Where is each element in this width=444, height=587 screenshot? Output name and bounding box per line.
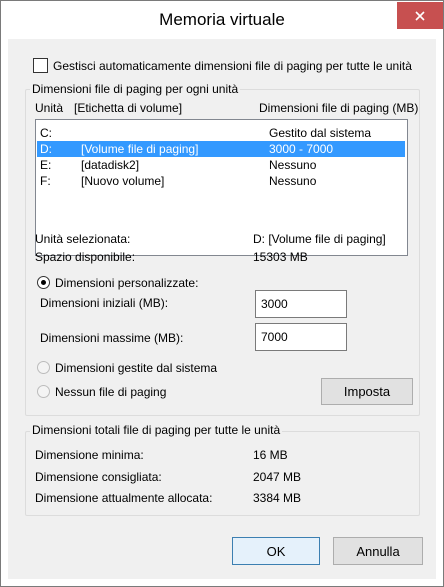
selected-drive-value: D: [Volume file di paging] bbox=[253, 232, 386, 246]
header-paging-size: Dimensioni file di paging (MB) bbox=[259, 101, 419, 115]
paging-per-drive-group-title: Dimensioni file di paging per ogni unità bbox=[30, 82, 241, 96]
drive-volume-label: [Nuovo volume] bbox=[81, 174, 165, 188]
drive-paging-size: Gestito dal sistema bbox=[269, 126, 372, 140]
max-size-label: Dimensioni massime (MB): bbox=[40, 331, 184, 345]
dialog-body: Gestisci automaticamente dimensioni file… bbox=[8, 39, 436, 579]
min-size-value: 16 MB bbox=[253, 448, 288, 462]
cancel-button[interactable]: Annulla bbox=[333, 537, 423, 565]
drive-letter: F: bbox=[40, 174, 51, 188]
list-item[interactable]: C: Gestito dal sistema bbox=[37, 125, 405, 141]
drive-volume-label: [Volume file di paging] bbox=[81, 142, 199, 156]
list-item[interactable]: F: [Nuovo volume] Nessuno bbox=[37, 173, 405, 189]
drive-paging-size: 3000 - 7000 bbox=[269, 142, 334, 156]
free-space-value: 15303 MB bbox=[253, 250, 308, 264]
min-size-label: Dimensione minima: bbox=[35, 448, 144, 462]
system-managed-radio[interactable] bbox=[37, 361, 50, 374]
total-paging-group-title: Dimensioni totali file di paging per tut… bbox=[30, 423, 283, 437]
ok-button[interactable]: OK bbox=[232, 537, 320, 565]
list-item[interactable]: E: [datadisk2] Nessuno bbox=[37, 157, 405, 173]
no-paging-label[interactable]: Nessun file di paging bbox=[55, 385, 166, 399]
initial-size-input[interactable]: 3000 bbox=[255, 290, 347, 318]
recommended-size-value: 2047 MB bbox=[253, 470, 302, 484]
header-drive: Unità bbox=[35, 101, 64, 115]
allocated-size-value: 3384 MB bbox=[253, 491, 302, 505]
list-item-selected[interactable]: D: [Volume file di paging] 3000 - 7000 bbox=[37, 141, 405, 157]
header-volume-label: [Etichetta di volume] bbox=[74, 101, 183, 115]
window-title: Memoria virtuale bbox=[159, 10, 285, 29]
system-managed-label[interactable]: Dimensioni gestite dal sistema bbox=[55, 361, 217, 375]
no-paging-radio[interactable] bbox=[37, 385, 50, 398]
drive-letter: C: bbox=[40, 126, 52, 140]
free-space-label: Spazio disponibile: bbox=[35, 250, 136, 264]
drive-letter: E: bbox=[40, 158, 52, 172]
initial-size-label: Dimensioni iniziali (MB): bbox=[40, 296, 169, 310]
drive-volume-label: [datadisk2] bbox=[81, 158, 140, 172]
selected-drive-label: Unità selezionata: bbox=[35, 232, 131, 246]
close-icon bbox=[415, 10, 425, 21]
custom-size-radio[interactable] bbox=[37, 276, 50, 289]
allocated-size-label: Dimensione attualmente allocata: bbox=[35, 491, 213, 505]
max-size-input[interactable]: 7000 bbox=[255, 323, 347, 351]
auto-manage-checkbox[interactable] bbox=[33, 58, 48, 73]
drive-paging-size: Nessuno bbox=[269, 174, 317, 188]
title-bar[interactable]: Memoria virtuale bbox=[1, 1, 443, 39]
set-button[interactable]: Imposta bbox=[321, 378, 413, 405]
drive-letter: D: bbox=[40, 142, 52, 156]
close-button[interactable] bbox=[397, 2, 443, 29]
recommended-size-label: Dimensione consigliata: bbox=[35, 470, 162, 484]
custom-size-label[interactable]: Dimensioni personalizzate: bbox=[55, 276, 198, 290]
virtual-memory-dialog: Memoria virtuale Gestisci automaticament… bbox=[0, 0, 444, 587]
drive-paging-size: Nessuno bbox=[269, 158, 317, 172]
auto-manage-label[interactable]: Gestisci automaticamente dimensioni file… bbox=[53, 59, 412, 73]
